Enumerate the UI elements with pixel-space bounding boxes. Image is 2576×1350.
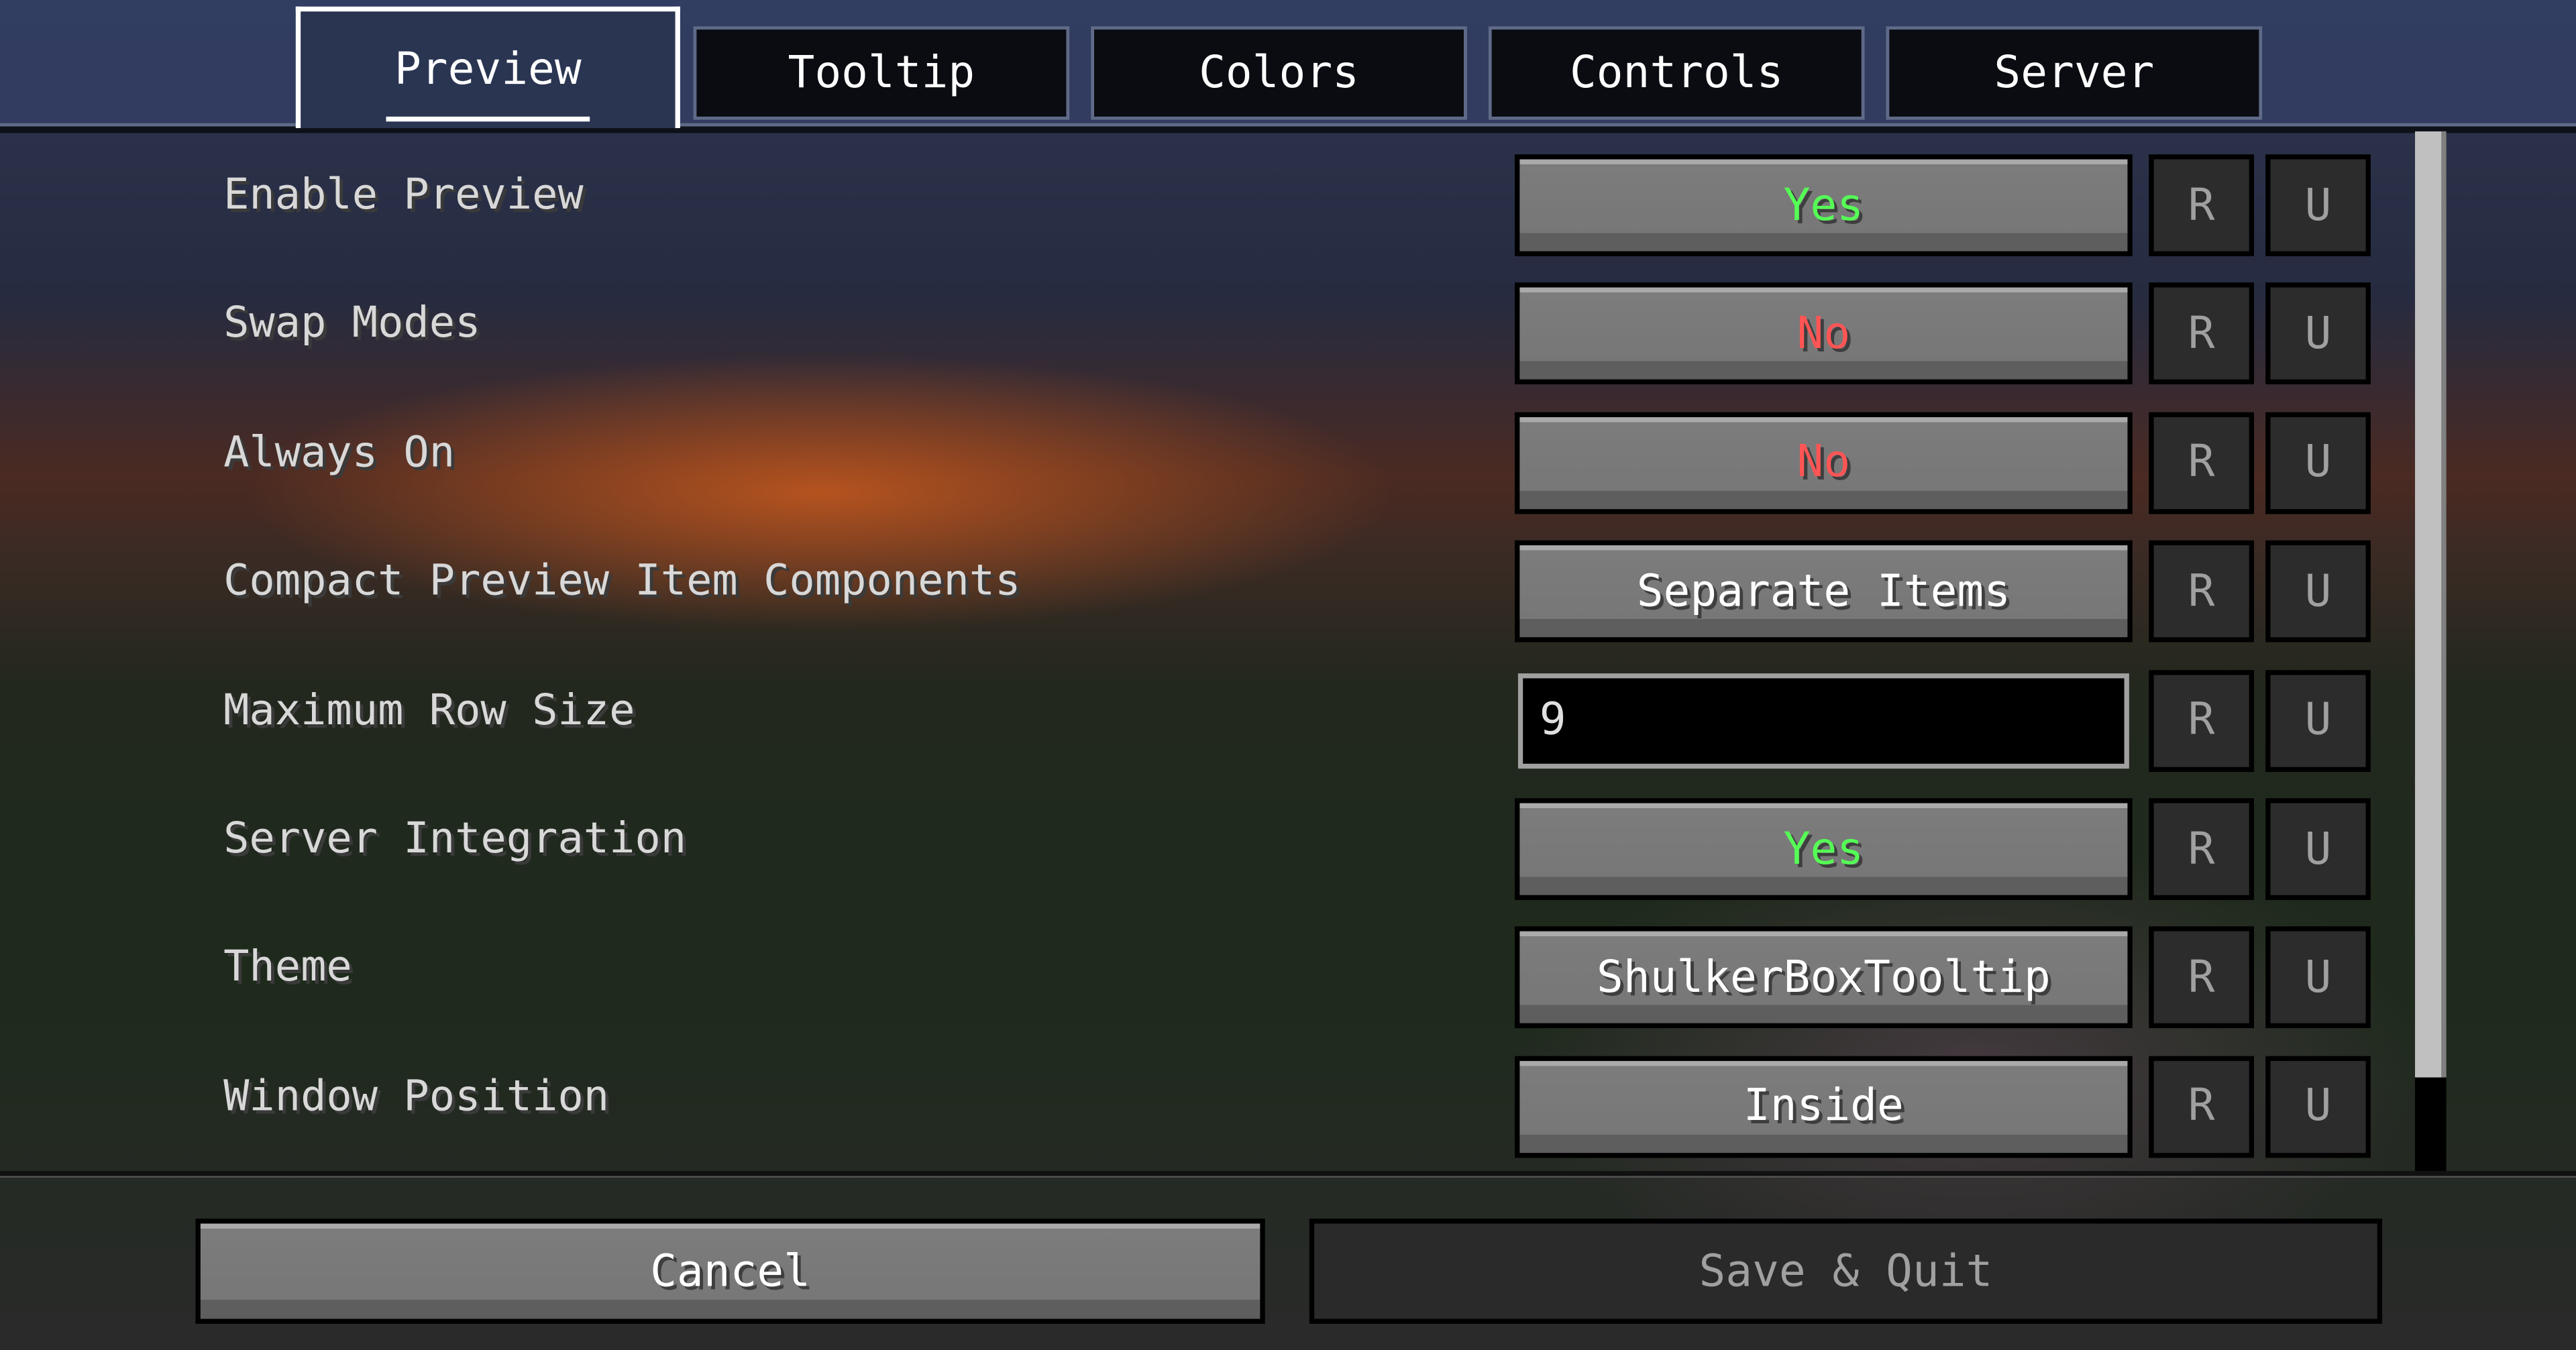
swap-modes-reset-button[interactable]: R	[2149, 283, 2255, 386]
option-label-server-integration: Server Integration	[223, 814, 687, 864]
server-integration-reset-button[interactable]: R	[2149, 798, 2255, 901]
always-on-reset-button[interactable]: R	[2149, 412, 2255, 514]
enable-preview-reset-button[interactable]: R	[2149, 154, 2255, 257]
theme-toggle-button[interactable]: ShulkerBoxTooltip	[1514, 927, 2133, 1029]
tab-tooltip[interactable]: Tooltip	[693, 26, 1070, 120]
swap-modes-toggle-button[interactable]: No	[1514, 283, 2133, 386]
enable-preview-undo-button[interactable]: U	[2265, 154, 2371, 257]
window-position-undo-button[interactable]: U	[2265, 1056, 2371, 1158]
theme-reset-button[interactable]: R	[2149, 927, 2255, 1029]
option-label-maximum-row-size: Maximum Row Size	[223, 685, 635, 736]
tab-colors[interactable]: Colors	[1091, 26, 1467, 120]
option-label-swap-modes: Swap Modes	[223, 299, 481, 349]
option-label-theme: Theme	[223, 943, 352, 993]
option-label-enable-preview: Enable Preview	[223, 170, 584, 221]
option-label-always-on: Always On	[223, 428, 455, 478]
compact-preview-item-components-toggle-button[interactable]: Separate Items	[1514, 541, 2133, 643]
option-label-compact-preview-item-components: Compact Preview Item Components	[223, 557, 1021, 607]
enable-preview-toggle-button[interactable]: Yes	[1514, 154, 2133, 257]
footer-divider	[0, 1171, 2576, 1178]
maximum-row-size-input[interactable]: 9	[1517, 673, 2129, 769]
theme-undo-button[interactable]: U	[2265, 927, 2371, 1029]
swap-modes-undo-button[interactable]: U	[2265, 283, 2371, 386]
option-label-window-position: Window Position	[223, 1072, 610, 1122]
save-quit-button[interactable]: Save & Quit	[1309, 1219, 2383, 1324]
always-on-toggle-button[interactable]: No	[1514, 412, 2133, 514]
maximum-row-size-undo-button[interactable]: U	[2265, 669, 2371, 772]
tab-preview[interactable]: Preview	[295, 6, 680, 129]
compact-preview-item-components-reset-button[interactable]: R	[2149, 541, 2255, 643]
window-position-reset-button[interactable]: R	[2149, 1056, 2255, 1158]
always-on-undo-button[interactable]: U	[2265, 412, 2371, 514]
config-screen: Preview Tooltip Colors Controls Server Enabl…	[0, 0, 2576, 1350]
server-integration-toggle-button[interactable]: Yes	[1514, 798, 2133, 901]
server-integration-undo-button[interactable]: U	[2265, 798, 2371, 901]
tab-controls[interactable]: Controls	[1488, 26, 1865, 120]
cancel-button[interactable]: Cancel	[195, 1219, 1265, 1324]
maximum-row-size-reset-button[interactable]: R	[2149, 669, 2255, 772]
window-position-toggle-button[interactable]: Inside	[1514, 1056, 2133, 1158]
tab-server[interactable]: Server	[1886, 26, 2263, 120]
compact-preview-item-components-undo-button[interactable]: U	[2265, 541, 2371, 643]
scrollbar-thumb[interactable]	[2415, 131, 2447, 1078]
